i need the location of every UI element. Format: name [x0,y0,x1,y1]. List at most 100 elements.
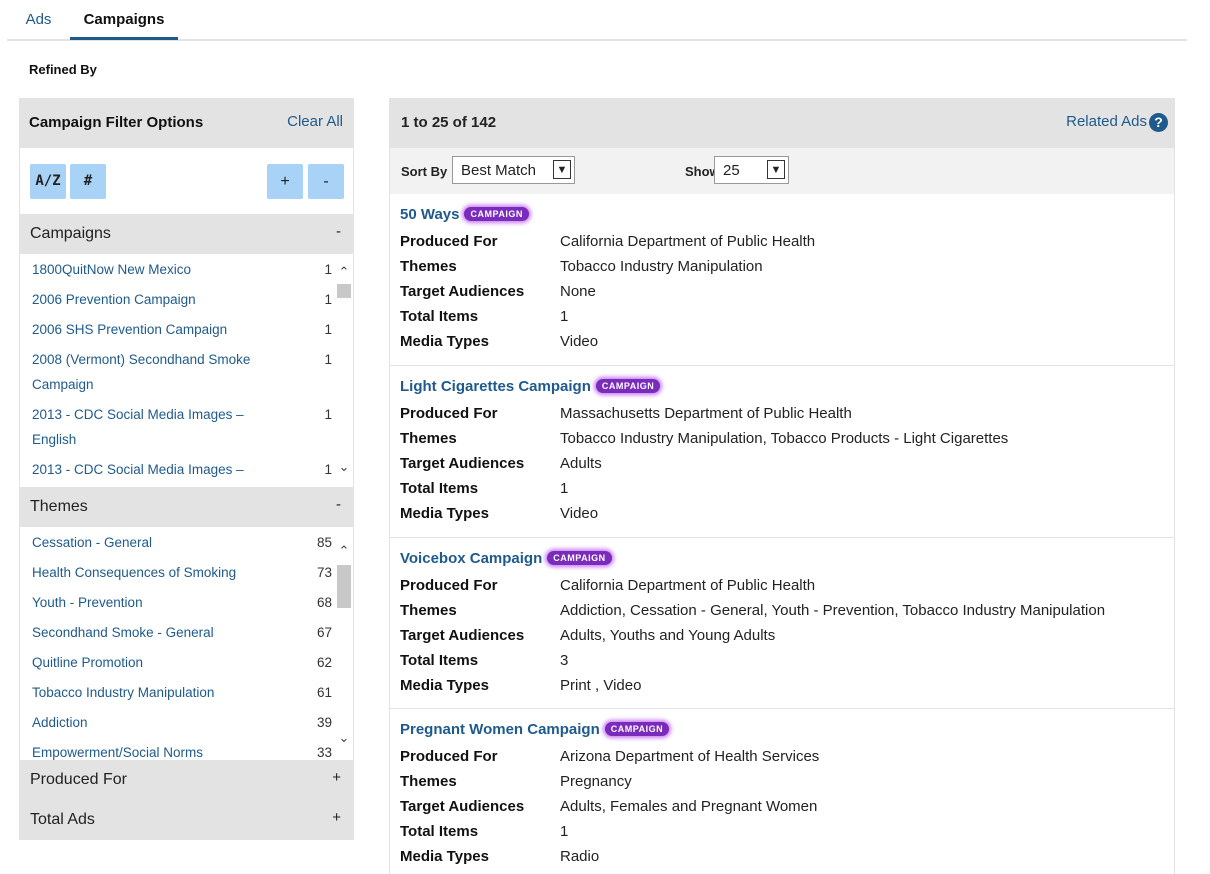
result-card: Light Cigarettes Campaign CAMPAIGN Produc… [390,366,1174,538]
list-item[interactable]: 2006 Prevention Campaign 1 [32,287,332,312]
sort-count-button[interactable]: # [70,164,106,199]
expand-toggle[interactable]: + [332,769,341,786]
clear-all-link[interactable]: Clear All [287,113,343,130]
theme-link[interactable]: Empowerment/Social Norms [32,740,257,760]
item-count: 1 [324,292,332,307]
section-label: Campaigns [30,225,111,242]
campaign-link[interactable]: 2013 - CDC Social Media Images – [32,457,257,482]
show-value: 25 [723,162,740,179]
campaign-badge: CAMPAIGN [604,722,670,736]
campaign-badge: CAMPAIGN [464,207,529,221]
expand-toggle[interactable]: + [332,809,341,826]
theme-link[interactable]: Tobacco Industry Manipulation [32,680,257,705]
section-label: Themes [30,498,88,515]
list-item[interactable]: Health Consequences of Smoking 73 [32,560,332,585]
item-count: 1 [324,462,332,477]
item-count: 1 [324,262,332,277]
list-item[interactable]: 2008 (Vermont) Secondhand Smoke Campaign… [32,347,332,397]
filter-panel: Campaign Filter Options Clear All A/Z # … [19,98,354,841]
sort-value: Best Match [461,162,537,179]
chevron-down-icon: ▼ [767,160,785,179]
scroll-thumb[interactable] [337,284,351,298]
list-item[interactable]: 2013 - CDC Social Media Images – 1 [32,457,332,482]
list-item[interactable]: Quitline Promotion 62 [32,650,332,675]
item-count: 73 [316,565,332,580]
item-count: 61 [316,685,332,700]
campaign-title-link[interactable]: Pregnant Women Campaign CAMPAIGN [400,721,670,738]
campaign-title-link[interactable]: Voicebox Campaign CAMPAIGN [400,550,612,567]
campaigns-scrollbar[interactable]: ⌃ ⌄ [336,254,352,487]
theme-link[interactable]: Addiction [32,710,257,735]
tab-ads[interactable]: Ads [7,10,70,39]
list-item[interactable]: Empowerment/Social Norms 33 [32,740,332,760]
campaigns-list: 1800QuitNow New Mexico 1 2006 Prevention… [19,254,354,487]
collapse-toggle[interactable]: - [336,223,341,240]
scroll-down-icon[interactable]: ⌄ [336,730,352,746]
item-count: 85 [316,535,332,550]
themes-list: Cessation - General 85 Health Consequenc… [19,527,354,760]
section-label: Produced For [30,771,127,788]
scroll-down-icon[interactable]: ⌄ [336,459,352,475]
campaign-link[interactable]: 2008 (Vermont) Secondhand Smoke Campaign [32,347,257,397]
sort-select[interactable]: Best Match ▼ [452,156,575,184]
theme-link[interactable]: Secondhand Smoke - General [32,620,257,645]
theme-link[interactable]: Health Consequences of Smoking [32,560,257,585]
tab-bar: Ads Campaigns [7,0,1187,41]
results-panel: 1 to 25 of 142 Related Ads ? Sort By Bes… [389,98,1175,874]
section-header-produced-for[interactable]: Produced For + [19,760,354,800]
themes-scrollbar[interactable]: ⌃ ⌄ [336,527,352,760]
tab-campaigns[interactable]: Campaigns [70,10,178,40]
campaign-link[interactable]: 2013 - CDC Social Media Images – English [32,402,257,452]
campaign-title-link[interactable]: 50 Ways CAMPAIGN [400,206,529,223]
expand-all-button[interactable]: + [267,164,303,199]
section-header-themes[interactable]: Themes - [19,487,354,527]
scroll-thumb[interactable] [337,565,351,608]
help-icon[interactable]: ? [1149,113,1168,132]
collapse-all-button[interactable]: - [308,164,344,199]
theme-link[interactable]: Cessation - General [32,530,257,555]
item-count: 62 [316,655,332,670]
item-count: 33 [316,745,332,760]
list-item[interactable]: Cessation - General 85 [32,530,332,555]
campaign-link[interactable]: 2006 SHS Prevention Campaign [32,317,257,342]
sort-bar: Sort By Best Match ▼ Show 25 ▼ [390,148,1174,194]
campaign-badge: CAMPAIGN [547,551,612,565]
results-count: 1 to 25 of 142 [401,114,497,131]
campaign-link[interactable]: 2006 Prevention Campaign [32,287,257,312]
campaign-badge: CAMPAIGN [595,379,661,393]
section-header-total-ads[interactable]: Total Ads + [19,800,354,840]
list-item[interactable]: Youth - Prevention 68 [32,590,332,615]
list-item[interactable]: Secondhand Smoke - General 67 [32,620,332,645]
item-count: 1 [324,407,332,422]
filter-button-bar: A/Z # + - [19,148,354,214]
filter-header: Campaign Filter Options Clear All [19,98,354,148]
sort-by-label: Sort By [401,164,448,179]
list-item[interactable]: Tobacco Industry Manipulation 61 [32,680,332,705]
item-count: 1 [324,352,332,367]
related-ads-link[interactable]: Related Ads [1066,113,1147,130]
result-card: Pregnant Women Campaign CAMPAIGN Produced… [400,721,820,865]
item-count: 67 [316,625,332,640]
item-count: 39 [316,715,332,730]
refined-by-label: Refined By [29,62,97,77]
scroll-up-icon[interactable]: ⌃ [336,264,352,280]
list-item[interactable]: Addiction 39 [32,710,332,735]
result-card: 50 Ways CAMPAIGN Produced For California D… [390,194,1174,366]
theme-link[interactable]: Youth - Prevention [32,590,257,615]
item-count: 1 [324,322,332,337]
section-label: Total Ads [30,811,95,828]
section-header-campaigns[interactable]: Campaigns - [19,214,354,254]
sort-alpha-button[interactable]: A/Z [30,164,66,199]
list-item[interactable]: 2013 - CDC Social Media Images – English… [32,402,332,452]
theme-link[interactable]: Quitline Promotion [32,650,257,675]
list-item[interactable]: 2006 SHS Prevention Campaign 1 [32,317,332,342]
scroll-up-icon[interactable]: ⌃ [336,543,352,559]
list-item[interactable]: 1800QuitNow New Mexico 1 [32,257,332,282]
result-card: Voicebox Campaign CAMPAIGN Produced For Ca… [390,538,1174,709]
campaign-link[interactable]: 1800QuitNow New Mexico [32,257,257,282]
filter-title: Campaign Filter Options [29,114,204,131]
campaign-title-link[interactable]: Light Cigarettes Campaign CAMPAIGN [400,378,661,395]
show-select[interactable]: 25 ▼ [714,156,789,184]
chevron-down-icon: ▼ [553,160,571,179]
collapse-toggle[interactable]: - [336,496,341,513]
